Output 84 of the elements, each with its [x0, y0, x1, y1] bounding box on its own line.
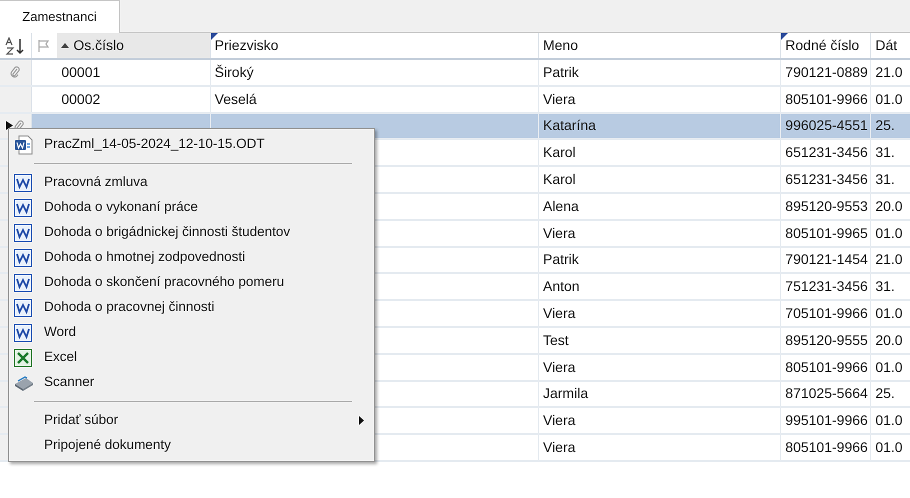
table-row[interactable]: 00002 Veselá Viera 805101-9966 01.0 [0, 86, 910, 114]
table-cell-text: Anton [542, 277, 580, 296]
table-row[interactable]: 00001 Široký Patrik 790121-0889 21.0 [0, 60, 910, 87]
table-cell-text: Patrik [542, 62, 579, 82]
table-cell-text: 20.0 [875, 330, 903, 350]
table-cell-text: 00001 [61, 62, 100, 82]
menu-item[interactable]: Pracovná zmluva [9, 170, 374, 195]
document-w-icon [14, 224, 32, 242]
header-label: Os.číslo [73, 36, 124, 55]
table-cell-text: Viera [542, 90, 576, 109]
table-cell-text: 01.0 [875, 90, 903, 109]
table-cell-text: 01.0 [875, 358, 903, 377]
table-cell-text: 805101-9966 [785, 358, 868, 377]
table-cell-text: Karol [542, 143, 576, 162]
column-header[interactable]: Meno [538, 33, 780, 58]
table-cell-text: Viera [542, 438, 576, 458]
table-cell-text: 01.0 [875, 304, 903, 324]
document-w-icon [14, 298, 32, 316]
table-cell-text: Jarmila [542, 384, 588, 404]
table-cell-text: 01.0 [875, 411, 903, 430]
table-cell-text: Patrik [542, 250, 579, 270]
header-label: Meno [542, 36, 578, 55]
row-header-cell[interactable] [0, 86, 32, 112]
table-cell-text: 31. [875, 170, 895, 190]
table-cell-text: 25. [875, 116, 895, 136]
filter-corner-icon [781, 33, 788, 40]
table-cell-text: 790121-0889 [785, 62, 868, 82]
table-cell-text: Katarína [542, 116, 596, 136]
table-cell-text: Alena [542, 196, 579, 216]
menu-item[interactable]: Dohoda o brigádnickej činnosti študentov [9, 220, 374, 245]
table-cell-text: 31. [875, 277, 895, 296]
table-cell-text: 651231-3456 [785, 143, 868, 162]
column-header[interactable]: Os.číslo [57, 33, 210, 58]
sort-ascending-icon [61, 43, 70, 48]
file-icon [14, 134, 34, 154]
table-cell-text: 00002 [61, 90, 100, 109]
scanner-icon [14, 374, 34, 390]
table-cell-text: 31. [875, 143, 895, 162]
table-cell-text: 751231-3456 [785, 277, 868, 296]
table-cell-text: Veselá [214, 90, 257, 109]
table-cell-text: 805101-9965 [785, 224, 868, 243]
table-cell-text: Test [542, 330, 569, 350]
spreadsheet-x-icon [14, 348, 32, 366]
table-cell-text: 995101-9966 [785, 411, 868, 430]
table-cell-text: 20.0 [875, 196, 903, 216]
document-w-icon [14, 248, 32, 266]
filter-corner-icon [210, 33, 218, 40]
column-header[interactable]: Priezvisko [210, 33, 538, 58]
table-cell-text: 996025-4551 [785, 116, 868, 136]
menu-item[interactable]: Pridať súbor [9, 408, 374, 433]
header-label: Rodné číslo [785, 36, 860, 55]
table-cell-text: 705101-9966 [785, 304, 868, 324]
header-label: Priezvisko [214, 36, 278, 55]
document-w-icon [14, 324, 32, 342]
document-w-icon [14, 198, 32, 216]
table-cell-text: 21.0 [875, 62, 903, 82]
table-cell-text: 790121-1454 [785, 250, 868, 270]
table-cell-text: 805101-9966 [785, 90, 868, 109]
column-header[interactable]: Rodné číslo [780, 33, 870, 58]
tab[interactable]: Zamestnanci [0, 0, 120, 33]
table-cell-text: 895120-9555 [785, 330, 868, 350]
row-header-cell[interactable] [0, 60, 32, 85]
menu-item[interactable]: Dohoda o hmotnej zodpovednosti [9, 245, 374, 270]
submenu-arrow-icon [359, 416, 364, 425]
table-cell-text: 25. [875, 384, 895, 404]
table-cell-text: 895120-9553 [785, 196, 868, 216]
menu-item[interactable]: Pripojené dokumenty [9, 433, 374, 458]
header-label: Dát [875, 36, 898, 55]
table-cell-text: 21.0 [875, 250, 903, 270]
menu-item[interactable]: Dohoda o vykonaní práce [9, 195, 374, 220]
table-cell-text: Viera [542, 224, 576, 243]
table-cell-text: 01.0 [875, 224, 903, 243]
table-cell-text: Viera [542, 358, 576, 377]
column-header[interactable]: Dát [870, 33, 910, 58]
table-cell-text: Karol [542, 170, 576, 190]
table-cell-text: 651231-3456 [785, 170, 868, 190]
table-cell-text: 805101-9966 [785, 438, 868, 458]
table-cell-text: Široký [214, 62, 254, 82]
table-cell-text: Viera [542, 411, 576, 430]
document-w-icon [14, 274, 32, 292]
document-w-icon [14, 174, 32, 192]
table-cell-text: 871025-5664 [785, 384, 868, 404]
table-cell-text: 01.0 [875, 438, 903, 458]
table-cell-text: Viera [542, 304, 576, 324]
